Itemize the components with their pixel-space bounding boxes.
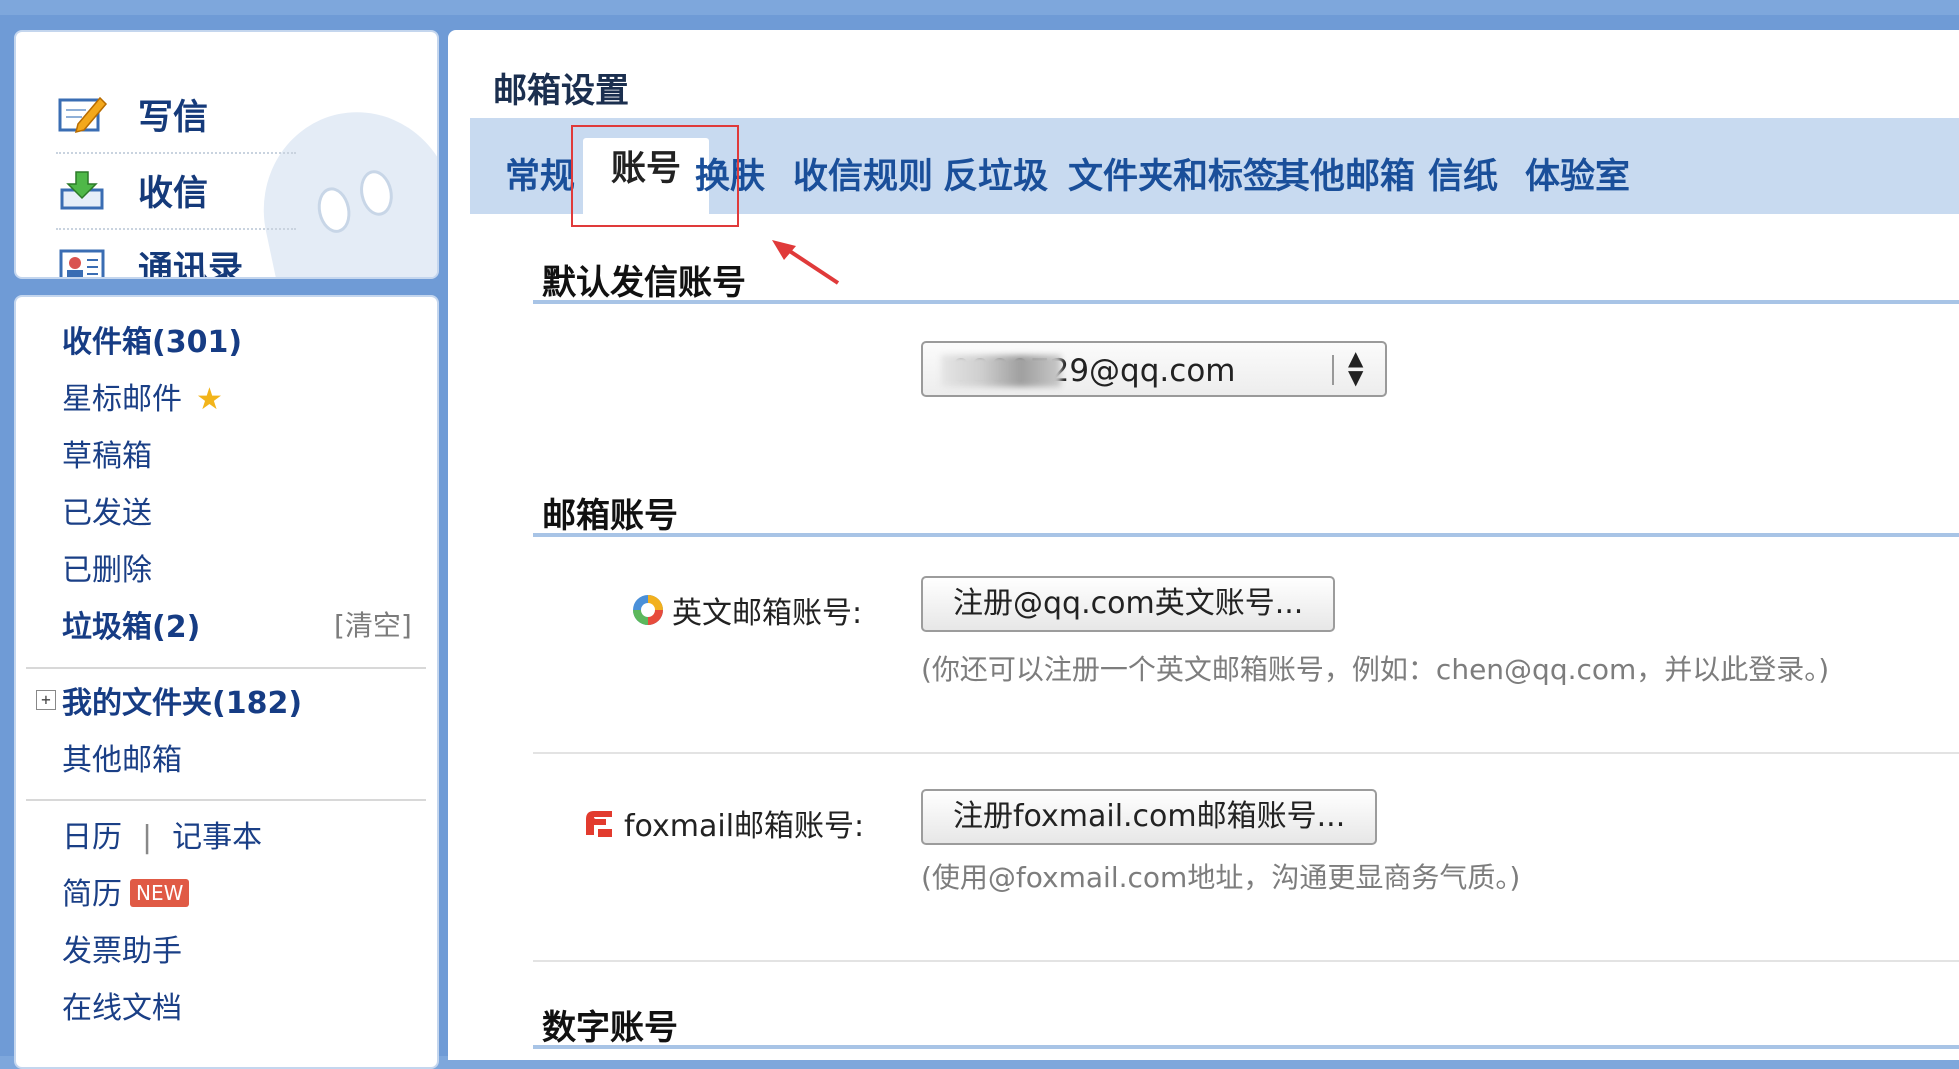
redacted-blur xyxy=(941,355,1061,387)
select-divider xyxy=(1332,355,1334,385)
tab-folders-and-labels[interactable]: 文件夹和标签 xyxy=(1068,148,1278,199)
folder-sent[interactable]: 已发送 xyxy=(62,488,152,532)
tab-anti-spam[interactable]: 反垃圾 xyxy=(943,148,1048,199)
foxmail-account-hint: (使用@foxmail.com地址，沟通更显商务气质。) xyxy=(921,861,1521,894)
receive-icon xyxy=(58,170,108,210)
folder-deleted[interactable]: 已删除 xyxy=(62,545,152,589)
section-divider xyxy=(533,300,1959,304)
foxmail-icon xyxy=(586,811,612,837)
online-docs-link[interactable]: 在线文档 xyxy=(62,983,182,1027)
divider xyxy=(26,799,426,801)
folder-starred[interactable]: 星标邮件 ★ xyxy=(62,374,223,418)
tab-general[interactable]: 常规 xyxy=(505,148,575,199)
compose-icon xyxy=(58,94,108,134)
section-default-sender: 默认发信账号 xyxy=(542,263,746,303)
english-account-hint: (你还可以注册一个英文邮箱账号，例如：chen@qq.com，并以此登录。) xyxy=(921,653,1830,686)
star-icon: ★ xyxy=(196,382,223,417)
calendar-link[interactable]: 日历 xyxy=(62,820,122,855)
qq-mail-icon xyxy=(633,595,663,625)
section-mailbox-accounts: 邮箱账号 xyxy=(542,496,678,536)
compose-button[interactable]: 写信 xyxy=(58,78,308,150)
receive-label: 收信 xyxy=(138,173,209,214)
divider xyxy=(533,960,1959,962)
folder-drafts[interactable]: 草稿箱 xyxy=(62,431,152,475)
english-account-label-text: 英文邮箱账号: xyxy=(672,596,863,631)
compose-label: 写信 xyxy=(138,97,209,138)
contacts-icon xyxy=(58,246,108,277)
folder-spam[interactable]: 垃圾箱(2) xyxy=(62,602,200,646)
section-divider xyxy=(533,533,1959,537)
expand-plus-icon[interactable]: + xyxy=(36,690,56,710)
section-divider xyxy=(533,1045,1959,1049)
tab-other-mailboxes[interactable]: 其他邮箱 xyxy=(1275,148,1415,199)
folder-inbox[interactable]: 收件箱(301) xyxy=(62,317,242,361)
tools-row: 日历 | 记事本 xyxy=(62,812,262,856)
receive-button[interactable]: 收信 xyxy=(58,154,308,226)
quick-actions-panel: 写信 收信 通讯录 xyxy=(14,30,439,279)
separator: | xyxy=(142,820,153,855)
foxmail-account-label-text: foxmail邮箱账号: xyxy=(624,809,865,844)
tab-stationery[interactable]: 信纸 xyxy=(1428,148,1498,199)
default-sender-select[interactable]: 0990729@qq.com ▲ ▼ xyxy=(921,341,1387,397)
folder-my-folders[interactable]: 我的文件夹(182) xyxy=(62,678,302,722)
tab-receive-rules[interactable]: 收信规则 xyxy=(793,148,933,199)
annotation-highlight-box xyxy=(571,125,739,227)
spam-clear-link[interactable]: [清空] xyxy=(334,604,412,644)
divider xyxy=(533,752,1959,754)
resume-link[interactable]: 简历 NEW xyxy=(62,869,190,913)
updown-caret-icon: ▲ ▼ xyxy=(1348,346,1364,389)
resume-label: 简历 xyxy=(62,877,122,912)
english-account-label: 英文邮箱账号: xyxy=(630,588,862,632)
folder-other-mailboxes[interactable]: 其他邮箱 xyxy=(62,735,182,779)
new-badge: NEW xyxy=(130,878,190,907)
notepad-link[interactable]: 记事本 xyxy=(172,820,262,855)
contacts-button[interactable]: 通讯录 xyxy=(58,230,308,279)
register-english-account-button[interactable]: 注册@qq.com英文账号... xyxy=(921,576,1336,632)
page-title: 邮箱设置 xyxy=(493,71,629,111)
folder-list: 收件箱(301) 星标邮件 ★ 草稿箱 已发送 已删除 垃圾箱(2) [清空] +… xyxy=(14,295,439,1069)
invoice-assistant-link[interactable]: 发票助手 xyxy=(62,926,182,970)
foxmail-account-label: foxmail邮箱账号: xyxy=(582,801,864,845)
register-foxmail-account-button[interactable]: 注册foxmail.com邮箱账号... xyxy=(921,789,1378,845)
tab-lab[interactable]: 体验室 xyxy=(1525,148,1630,199)
contacts-label: 通讯录 xyxy=(138,249,244,279)
annotation-arrow-icon xyxy=(772,240,840,285)
folder-starred-label: 星标邮件 xyxy=(62,382,182,417)
divider xyxy=(26,667,426,669)
section-numeric-account: 数字账号 xyxy=(542,1008,678,1048)
